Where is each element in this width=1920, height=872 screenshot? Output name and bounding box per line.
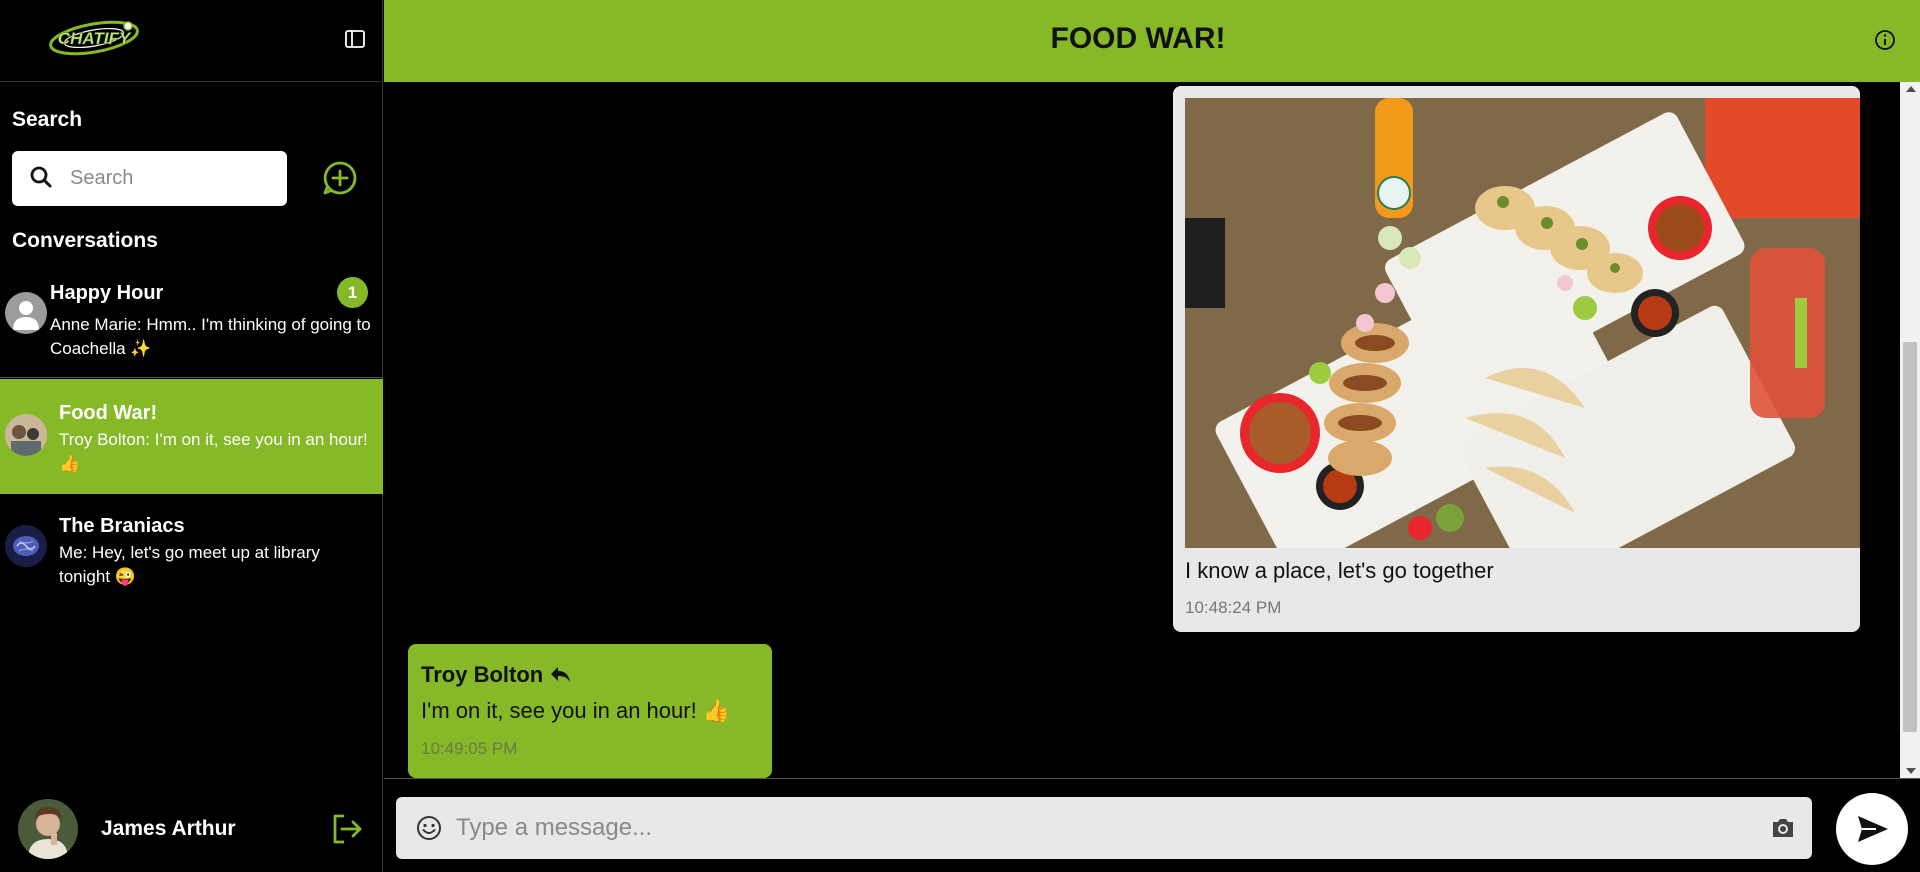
info-icon[interactable] bbox=[1874, 29, 1896, 51]
tacos-photo bbox=[1185, 98, 1860, 548]
logout-icon[interactable] bbox=[330, 812, 364, 846]
conversation-name: Food War! bbox=[59, 402, 158, 424]
conversation-preview: Me: Hey, let's go meet up at library ton… bbox=[59, 543, 320, 586]
conversation-item-the-braniacs[interactable]: The Braniacs Me: Hey, let's go meet up a… bbox=[0, 494, 383, 609]
message-timestamp: 10:48:24 PM bbox=[1185, 598, 1282, 617]
new-conversation-icon[interactable] bbox=[322, 160, 358, 196]
message-composer[interactable] bbox=[396, 797, 1812, 859]
current-user-bar: James Arthur bbox=[0, 790, 383, 872]
scroll-thumb[interactable] bbox=[1903, 342, 1917, 732]
search-heading: Search bbox=[12, 108, 83, 131]
avatar bbox=[5, 292, 47, 334]
search-icon bbox=[30, 166, 52, 188]
reply-icon[interactable] bbox=[549, 664, 571, 684]
user-placeholder-icon bbox=[13, 301, 39, 330]
chat-panel: FOOD WAR! I know a place, let's go toget… bbox=[384, 0, 1920, 872]
message-text: I'm on it, see you in an hour! 👍 bbox=[421, 698, 731, 723]
chat-title: FOOD WAR! bbox=[1050, 22, 1226, 55]
conversation-item-happy-hour[interactable]: Happy Hour Anne Marie: Hmm.. I'm thinkin… bbox=[0, 263, 383, 378]
message-list[interactable]: I know a place, let's go together 10:48:… bbox=[384, 82, 1900, 778]
unread-badge: 1 bbox=[337, 277, 368, 308]
sidebar-toggle-icon[interactable] bbox=[344, 28, 366, 50]
chat-header: FOOD WAR! bbox=[384, 0, 1920, 82]
current-user-name: James Arthur bbox=[101, 817, 236, 840]
chatify-logo: CHATIFY bbox=[49, 20, 139, 56]
conversation-item-food-war[interactable]: Food War! Troy Bolton: I'm on it, see yo… bbox=[0, 379, 383, 494]
chat-app: CHATIFY Search Conversations bbox=[0, 0, 1920, 872]
sidebar-header: CHATIFY bbox=[0, 0, 383, 82]
conversation-preview: Anne Marie: Hmm.. I'm thinking of going … bbox=[50, 315, 371, 358]
avatar bbox=[5, 525, 47, 567]
scroll-up-arrow-icon[interactable] bbox=[1906, 86, 1916, 92]
conversation-preview: Troy Bolton: I'm on it, see you in an ho… bbox=[59, 430, 368, 473]
message-text: I know a place, let's go together bbox=[1185, 558, 1494, 583]
send-button[interactable] bbox=[1836, 793, 1908, 865]
conversation-name: The Braniacs bbox=[59, 515, 185, 537]
emoji-icon[interactable] bbox=[416, 815, 442, 841]
message-timestamp: 10:49:05 PM bbox=[421, 739, 518, 758]
composer-divider bbox=[384, 778, 1920, 779]
conversation-name: Happy Hour bbox=[50, 282, 164, 304]
scroll-down-arrow-icon[interactable] bbox=[1906, 768, 1916, 774]
message-outgoing: I know a place, let's go together 10:48:… bbox=[1173, 86, 1860, 632]
message-scrollbar[interactable] bbox=[1900, 82, 1920, 778]
message-sender: Troy Bolton bbox=[421, 662, 544, 687]
logo-text: CHATIFY bbox=[58, 29, 132, 48]
conversations-heading: Conversations bbox=[12, 229, 158, 252]
message-photo[interactable] bbox=[1185, 98, 1860, 548]
message-input[interactable] bbox=[456, 809, 1736, 847]
sidebar: CHATIFY Search Conversations bbox=[0, 0, 383, 872]
message-incoming: Troy Bolton I'm on it, see you in an hou… bbox=[408, 644, 772, 778]
user-avatar[interactable] bbox=[18, 799, 78, 859]
send-icon bbox=[1858, 816, 1888, 842]
search-box[interactable] bbox=[12, 151, 287, 206]
camera-icon[interactable] bbox=[1770, 816, 1796, 840]
search-input[interactable] bbox=[70, 161, 270, 195]
avatar bbox=[5, 414, 47, 456]
